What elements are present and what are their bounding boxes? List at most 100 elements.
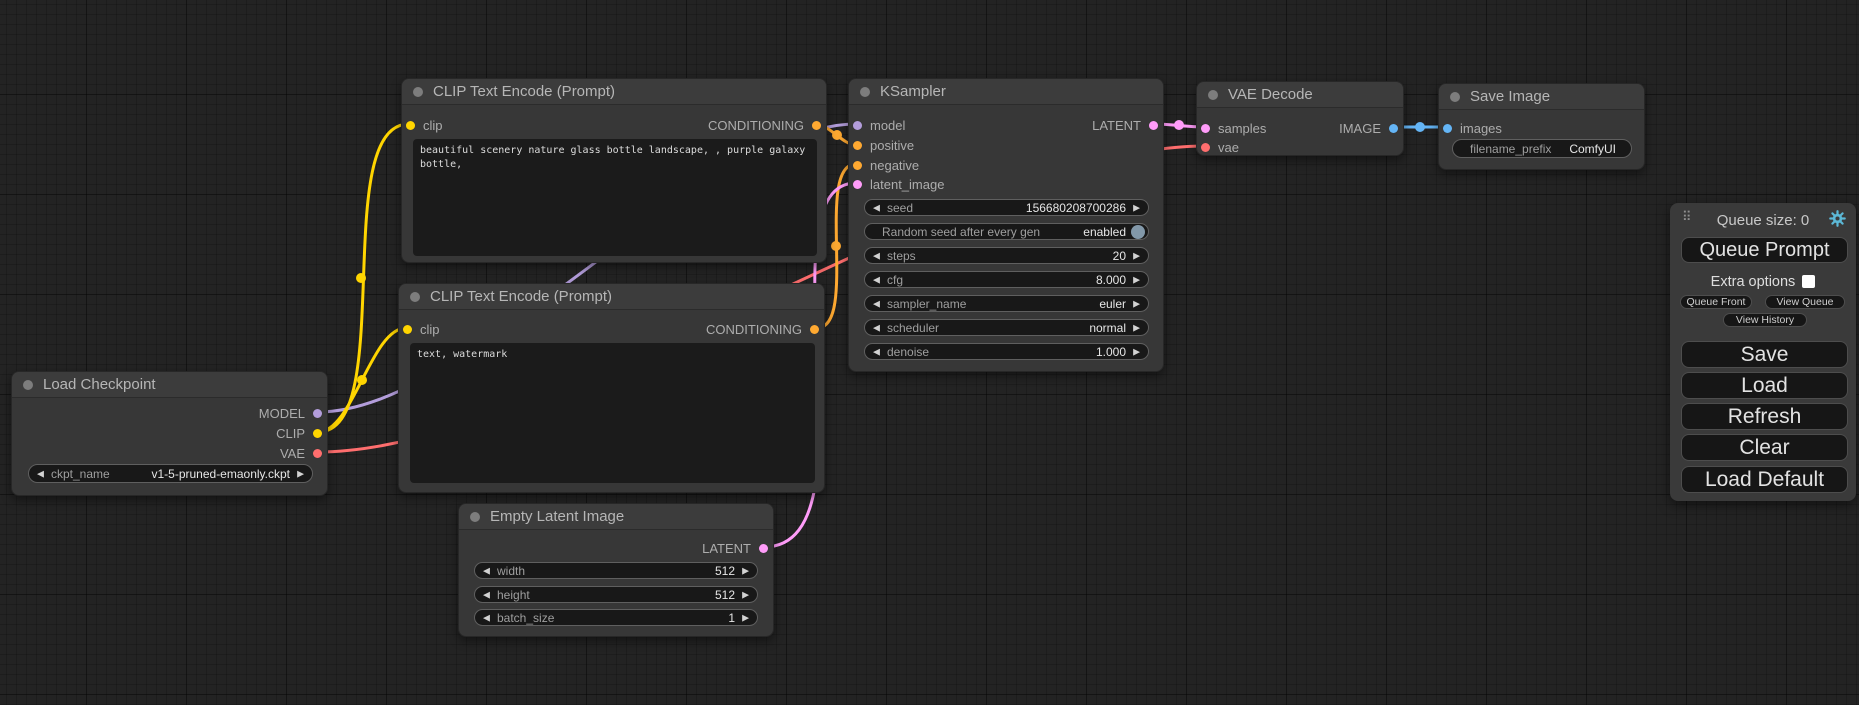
output-slot-model[interactable]: MODEL (259, 404, 322, 422)
slot-dot-vae[interactable] (1201, 143, 1210, 152)
widget-random-seed-toggle[interactable]: Random seed after every gen enabled (864, 223, 1149, 240)
left-arrow-icon[interactable]: ◀ (873, 322, 880, 333)
slot-dot-image[interactable] (1389, 124, 1398, 133)
widget-width[interactable]: ◀ width 512 ▶ (474, 562, 758, 579)
slot-dot-latent[interactable] (759, 544, 768, 553)
node-titlebar[interactable]: Load Checkpoint (12, 372, 327, 398)
widget-batch-size[interactable]: ◀ batch_size 1 ▶ (474, 609, 758, 626)
link-midpoint-dot[interactable] (357, 375, 367, 385)
collapse-dot-icon[interactable] (1450, 92, 1460, 102)
right-arrow-icon[interactable]: ▶ (1133, 322, 1140, 333)
output-slot-latent[interactable]: LATENT (702, 539, 768, 557)
settings-gear-icon[interactable] (1829, 210, 1846, 227)
link-midpoint-dot[interactable] (1415, 122, 1425, 132)
prompt-textarea-negative[interactable]: text, watermark (410, 343, 815, 483)
output-slot-vae[interactable]: VAE (280, 444, 322, 462)
node-titlebar[interactable]: Empty Latent Image (459, 504, 773, 530)
left-arrow-icon[interactable]: ◀ (873, 274, 880, 285)
output-slot-latent[interactable]: LATENT (1092, 116, 1158, 134)
node-load-checkpoint[interactable]: Load Checkpoint MODEL CLIP VAE ◀ ckpt_na… (11, 371, 328, 496)
right-arrow-icon[interactable]: ▶ (1133, 250, 1140, 261)
widget-sampler-name[interactable]: ◀ sampler_name euler ▶ (864, 295, 1149, 312)
input-slot-negative[interactable]: negative (853, 156, 919, 174)
slot-dot-latent[interactable] (1149, 121, 1158, 130)
slot-dot-model[interactable] (853, 121, 862, 130)
collapse-dot-icon[interactable] (1208, 90, 1218, 100)
link-midpoint-dot[interactable] (832, 130, 842, 140)
input-slot-clip[interactable]: clip (403, 320, 440, 338)
widget-filename-prefix[interactable]: filename_prefix ComfyUI (1452, 139, 1632, 158)
widget-denoise[interactable]: ◀ denoise 1.000 ▶ (864, 343, 1149, 360)
clear-button[interactable]: Clear (1681, 434, 1848, 461)
node-titlebar[interactable]: KSampler (849, 79, 1163, 105)
view-history-button[interactable]: View History (1723, 313, 1807, 327)
right-arrow-icon[interactable]: ▶ (742, 589, 749, 600)
slot-dot-image[interactable] (1443, 124, 1452, 133)
left-arrow-icon[interactable]: ◀ (873, 250, 880, 261)
slot-dot-latent[interactable] (853, 180, 862, 189)
queue-front-button[interactable]: Queue Front (1680, 295, 1752, 309)
right-arrow-icon[interactable]: ▶ (1133, 274, 1140, 285)
collapse-dot-icon[interactable] (470, 512, 480, 522)
slot-dot-latent[interactable] (1201, 124, 1210, 133)
collapse-dot-icon[interactable] (413, 87, 423, 97)
node-titlebar[interactable]: CLIP Text Encode (Prompt) (402, 79, 826, 105)
widget-steps[interactable]: ◀ steps 20 ▶ (864, 247, 1149, 264)
right-arrow-icon[interactable]: ▶ (1133, 298, 1140, 309)
collapse-dot-icon[interactable] (860, 87, 870, 97)
node-titlebar[interactable]: Save Image (1439, 84, 1644, 110)
output-slot-conditioning[interactable]: CONDITIONING (706, 320, 819, 338)
widget-height[interactable]: ◀ height 512 ▶ (474, 586, 758, 603)
input-slot-model[interactable]: model (853, 116, 905, 134)
link-midpoint-dot[interactable] (356, 273, 366, 283)
refresh-button[interactable]: Refresh (1681, 403, 1848, 430)
left-arrow-icon[interactable]: ◀ (873, 298, 880, 309)
node-titlebar[interactable]: VAE Decode (1197, 82, 1403, 108)
node-vae-decode[interactable]: VAE Decode samples vae IMAGE (1196, 81, 1404, 156)
input-slot-samples[interactable]: samples (1201, 119, 1266, 137)
node-clip-text-encode-negative[interactable]: CLIP Text Encode (Prompt) clip CONDITION… (398, 283, 825, 493)
extra-options-checkbox[interactable] (1802, 275, 1815, 288)
collapse-dot-icon[interactable] (23, 380, 33, 390)
link-midpoint-dot[interactable] (831, 241, 841, 251)
slot-dot-clip[interactable] (403, 325, 412, 334)
load-button[interactable]: Load (1681, 372, 1848, 399)
node-clip-text-encode-positive[interactable]: CLIP Text Encode (Prompt) clip CONDITION… (401, 78, 827, 263)
node-save-image[interactable]: Save Image images filename_prefix ComfyU… (1438, 83, 1645, 170)
output-slot-clip[interactable]: CLIP (276, 424, 322, 442)
input-slot-latent-image[interactable]: latent_image (853, 175, 944, 193)
widget-cfg[interactable]: ◀ cfg 8.000 ▶ (864, 271, 1149, 288)
output-slot-conditioning[interactable]: CONDITIONING (708, 116, 821, 134)
slot-dot-conditioning[interactable] (853, 141, 862, 150)
left-arrow-icon[interactable]: ◀ (483, 589, 490, 600)
widget-scheduler[interactable]: ◀ scheduler normal ▶ (864, 319, 1149, 336)
widget-ckpt-name[interactable]: ◀ ckpt_name v1-5-pruned-emaonly.ckpt ▶ (28, 464, 313, 483)
queue-prompt-button[interactable]: Queue Prompt (1681, 237, 1848, 263)
slot-dot-model[interactable] (313, 409, 322, 418)
save-button[interactable]: Save (1681, 341, 1848, 368)
prompt-textarea-positive[interactable]: beautiful scenery nature glass bottle la… (413, 139, 817, 256)
left-arrow-icon[interactable]: ◀ (483, 565, 490, 576)
slot-dot-clip[interactable] (313, 429, 322, 438)
input-slot-positive[interactable]: positive (853, 136, 914, 154)
left-arrow-icon[interactable]: ◀ (873, 202, 880, 213)
node-titlebar[interactable]: CLIP Text Encode (Prompt) (399, 284, 824, 310)
node-empty-latent-image[interactable]: Empty Latent Image LATENT ◀ width 512 ▶ … (458, 503, 774, 637)
view-queue-button[interactable]: View Queue (1765, 295, 1845, 309)
right-arrow-icon[interactable]: ▶ (1133, 202, 1140, 213)
input-slot-clip[interactable]: clip (406, 116, 443, 134)
slot-dot-conditioning[interactable] (812, 121, 821, 130)
node-graph-canvas[interactable]: Load Checkpoint MODEL CLIP VAE ◀ ckpt_na… (0, 0, 1859, 705)
output-slot-image[interactable]: IMAGE (1339, 119, 1398, 137)
load-default-button[interactable]: Load Default (1681, 466, 1848, 493)
right-arrow-icon[interactable]: ▶ (297, 468, 304, 479)
link-midpoint-dot[interactable] (1174, 120, 1184, 130)
slot-dot-clip[interactable] (406, 121, 415, 130)
left-arrow-icon[interactable]: ◀ (37, 468, 44, 479)
input-slot-vae[interactable]: vae (1201, 138, 1239, 156)
slot-dot-conditioning[interactable] (810, 325, 819, 334)
right-arrow-icon[interactable]: ▶ (742, 612, 749, 623)
left-arrow-icon[interactable]: ◀ (873, 346, 880, 357)
right-arrow-icon[interactable]: ▶ (742, 565, 749, 576)
left-arrow-icon[interactable]: ◀ (483, 612, 490, 623)
